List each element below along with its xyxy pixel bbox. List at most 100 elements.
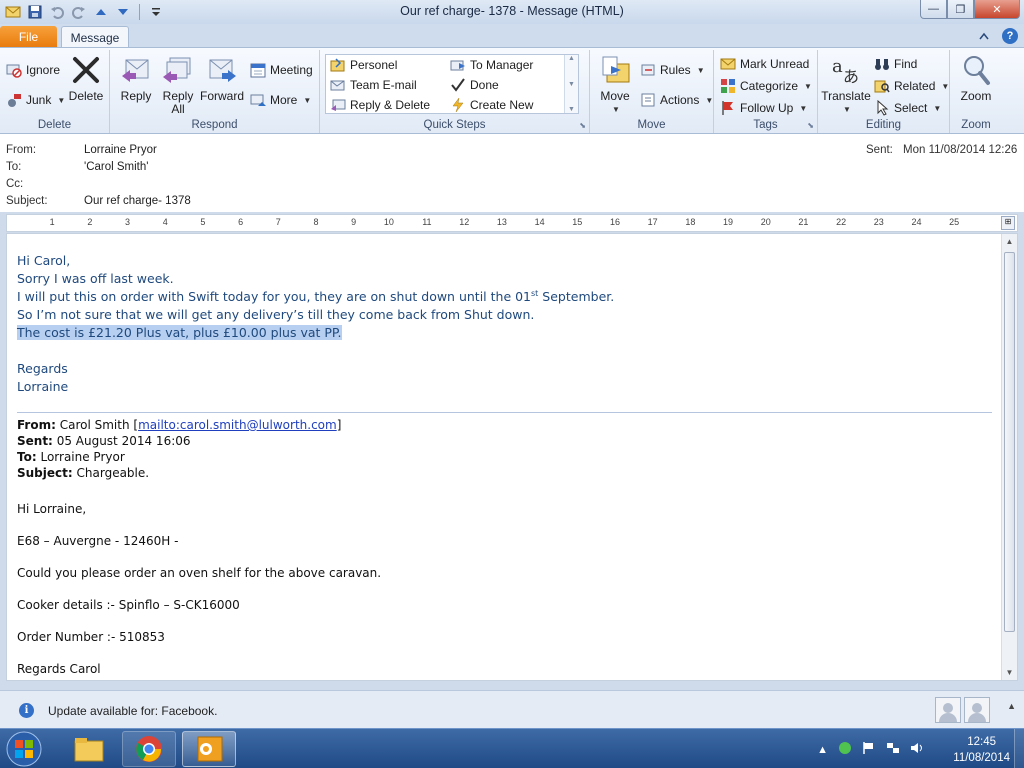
expand-people-pane-icon[interactable]: ▲ bbox=[1007, 701, 1016, 711]
quick-step-team-email[interactable]: Team E-mail bbox=[330, 75, 417, 95]
orig-cooker: Cooker details :- Spinflo – S-CK16000 bbox=[17, 598, 240, 612]
quick-step-personel[interactable]: Personel bbox=[330, 55, 397, 75]
taskbar-chrome[interactable] bbox=[122, 731, 176, 767]
tab-file[interactable]: File bbox=[0, 26, 57, 48]
quick-step-to-manager[interactable]: To Manager bbox=[450, 55, 533, 75]
minimize-ribbon-icon[interactable] bbox=[976, 28, 992, 44]
action-center-flag-icon[interactable] bbox=[862, 741, 876, 758]
move-group: Move ▼ Rules ▼ Actions ▼ Move bbox=[590, 50, 714, 133]
subject-label: Subject: bbox=[6, 195, 48, 207]
undo-icon[interactable] bbox=[48, 3, 66, 21]
close-button[interactable]: ✕ bbox=[974, 0, 1020, 19]
find-button[interactable]: Find bbox=[874, 54, 917, 74]
magnifier-icon bbox=[960, 54, 992, 86]
quick-step-reply-delete[interactable]: Reply & Delete bbox=[330, 95, 430, 115]
network-icon[interactable] bbox=[886, 741, 900, 758]
to-value[interactable]: 'Carol Smith' bbox=[84, 161, 148, 173]
ruler-number: 22 bbox=[836, 217, 847, 227]
ruler-number: 18 bbox=[685, 217, 696, 227]
cc-label: Cc: bbox=[6, 178, 24, 190]
dialog-launcher-icon[interactable]: ⬊ bbox=[579, 121, 586, 130]
chevron-down-icon: ▼ bbox=[705, 95, 714, 105]
delete-button[interactable]: Delete bbox=[66, 54, 106, 103]
ruler-number: 2 bbox=[87, 217, 93, 227]
scroll-up-icon[interactable]: ▲ bbox=[1002, 234, 1017, 249]
redo-icon[interactable] bbox=[70, 3, 88, 21]
person-icon[interactable] bbox=[964, 697, 990, 723]
reply-button[interactable]: Reply bbox=[116, 54, 156, 103]
zoom-group-label: Zoom bbox=[961, 119, 991, 131]
scroll-thumb[interactable] bbox=[1004, 252, 1015, 632]
info-text[interactable]: Update available for: Facebook. bbox=[48, 704, 217, 718]
taskbar-explorer[interactable] bbox=[62, 731, 116, 767]
mark-unread-button[interactable]: Mark Unread bbox=[720, 54, 809, 74]
quick-step-create-new[interactable]: Create New bbox=[450, 95, 533, 115]
zoom-button[interactable]: Zoom bbox=[954, 54, 998, 103]
tab-message[interactable]: Message bbox=[61, 26, 129, 49]
previous-item-icon[interactable] bbox=[92, 3, 110, 21]
vertical-scrollbar[interactable]: ▲ ▼ bbox=[1001, 234, 1017, 680]
forward-mail-icon bbox=[450, 57, 466, 73]
ruler-number: 16 bbox=[609, 217, 620, 227]
reply-all-button[interactable]: Reply All bbox=[158, 54, 198, 116]
meeting-button[interactable]: Meeting bbox=[250, 60, 313, 80]
rules-button[interactable]: Rules ▼ bbox=[640, 60, 705, 80]
network-status-icon[interactable] bbox=[838, 741, 852, 758]
ignore-button[interactable]: Ignore bbox=[6, 60, 60, 80]
customize-toolbar-icon[interactable] bbox=[147, 3, 165, 21]
selected-text[interactable]: The cost is £21.20 Plus vat, plus £10.00… bbox=[17, 325, 342, 340]
volume-icon[interactable] bbox=[910, 741, 924, 758]
ruler-toggle-icon[interactable]: ⊞ bbox=[1001, 216, 1015, 230]
start-button[interactable] bbox=[4, 730, 44, 768]
related-button[interactable]: Related ▼ bbox=[874, 76, 949, 96]
window-controls: — ❐ ✕ bbox=[920, 0, 1020, 19]
message-body[interactable]: Hi Carol, Sorry I was off last week. I w… bbox=[6, 233, 1018, 681]
ruler[interactable]: 1 2 3 4 5 6 7 8 9 10 11 12 13 14 15 16 17 18 19 20 21 22 23 24 2… bbox=[6, 214, 1018, 232]
scroll-down-icon[interactable]: ▼ bbox=[1002, 665, 1017, 680]
show-desktop-button[interactable] bbox=[1014, 729, 1024, 768]
restore-button[interactable]: ❐ bbox=[947, 0, 974, 19]
dialog-launcher-icon[interactable]: ⬊ bbox=[807, 121, 814, 130]
scroll-up-icon[interactable]: ▲ bbox=[568, 55, 575, 62]
more-icon bbox=[250, 92, 266, 108]
scroll-down-icon[interactable]: ▼ bbox=[568, 81, 575, 88]
chevron-down-icon: ▼ bbox=[57, 95, 66, 105]
mailto-link[interactable]: mailto:carol.smith@lulworth.com bbox=[138, 418, 337, 432]
move-button[interactable]: Move ▼ bbox=[596, 54, 634, 116]
translate-button[interactable]: aあ Translate ▼ bbox=[820, 54, 872, 116]
show-hidden-icons-icon[interactable]: ▲ bbox=[817, 744, 828, 756]
quick-steps-scrollbar[interactable]: ▲ ▼ ▼ bbox=[564, 55, 578, 113]
follow-up-button[interactable]: Follow Up ▼ bbox=[720, 98, 807, 118]
orig-order: Order Number :- 510853 bbox=[17, 630, 165, 644]
next-item-icon[interactable] bbox=[114, 3, 132, 21]
binoculars-icon bbox=[874, 56, 890, 72]
reply-all-icon bbox=[162, 54, 194, 86]
forward-button[interactable]: Forward bbox=[200, 54, 244, 103]
categorize-button[interactable]: Categorize ▼ bbox=[720, 76, 812, 96]
select-button[interactable]: Select ▼ bbox=[874, 98, 941, 118]
chevron-down-icon: ▼ bbox=[303, 95, 312, 105]
quick-step-done[interactable]: Done bbox=[450, 75, 499, 95]
reply-regards: Regards bbox=[17, 361, 68, 376]
rules-icon bbox=[640, 62, 656, 78]
minimize-button[interactable]: — bbox=[920, 0, 947, 19]
chevron-down-icon: ▼ bbox=[804, 81, 812, 91]
taskbar-outlook[interactable] bbox=[182, 731, 236, 767]
ruler-number: 24 bbox=[911, 217, 922, 227]
from-label: From: bbox=[6, 144, 37, 156]
help-icon[interactable]: ? bbox=[1002, 28, 1018, 44]
actions-button[interactable]: Actions ▼ bbox=[640, 90, 713, 110]
from-value[interactable]: Lorraine Pryor bbox=[84, 144, 157, 156]
ruler-number: 3 bbox=[125, 217, 131, 227]
ruler-number: 25 bbox=[949, 217, 960, 227]
more-respond-button[interactable]: More ▼ bbox=[250, 90, 311, 110]
junk-button[interactable]: Junk ▼ bbox=[6, 90, 65, 110]
save-icon[interactable] bbox=[26, 3, 44, 21]
ruler-number: 13 bbox=[496, 217, 507, 227]
ruler-number: 5 bbox=[200, 217, 206, 227]
ruler-number: 12 bbox=[459, 217, 470, 227]
forward-icon bbox=[206, 54, 238, 86]
expand-gallery-icon[interactable]: ▼ bbox=[568, 106, 575, 113]
system-clock[interactable]: 12:45 11/08/2014 bbox=[953, 734, 1010, 766]
person-icon[interactable] bbox=[935, 697, 961, 723]
